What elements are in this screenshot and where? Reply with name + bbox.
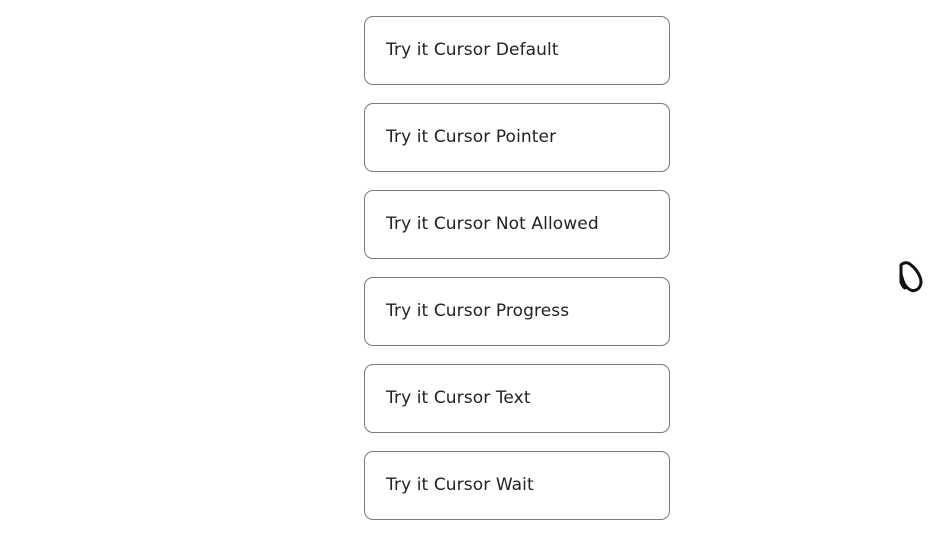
cursor-wait-button[interactable]: Try it Cursor Wait bbox=[364, 451, 670, 520]
cursor-default-button[interactable]: Try it Cursor Default bbox=[364, 16, 670, 85]
cursor-text-button[interactable]: Try it Cursor Text bbox=[364, 364, 670, 433]
cursor-text-label: Try it Cursor Text bbox=[386, 388, 531, 408]
cursor-not-allowed-button[interactable]: Try it Cursor Not Allowed bbox=[364, 190, 670, 259]
cursor-wait-label: Try it Cursor Wait bbox=[386, 475, 534, 495]
grab-hand-cursor-icon bbox=[899, 261, 923, 293]
cursor-pointer-label: Try it Cursor Pointer bbox=[386, 127, 557, 147]
cursor-pointer-button[interactable]: Try it Cursor Pointer bbox=[364, 103, 670, 172]
cursor-button-list: Try it Cursor Default Try it Cursor Poin… bbox=[364, 16, 670, 520]
cursor-default-label: Try it Cursor Default bbox=[386, 40, 559, 60]
cursor-progress-label: Try it Cursor Progress bbox=[386, 301, 570, 321]
cursor-not-allowed-label: Try it Cursor Not Allowed bbox=[386, 214, 599, 234]
cursor-progress-button[interactable]: Try it Cursor Progress bbox=[364, 277, 670, 346]
cursor-demo-page: Try it Cursor Default Try it Cursor Poin… bbox=[0, 0, 950, 540]
